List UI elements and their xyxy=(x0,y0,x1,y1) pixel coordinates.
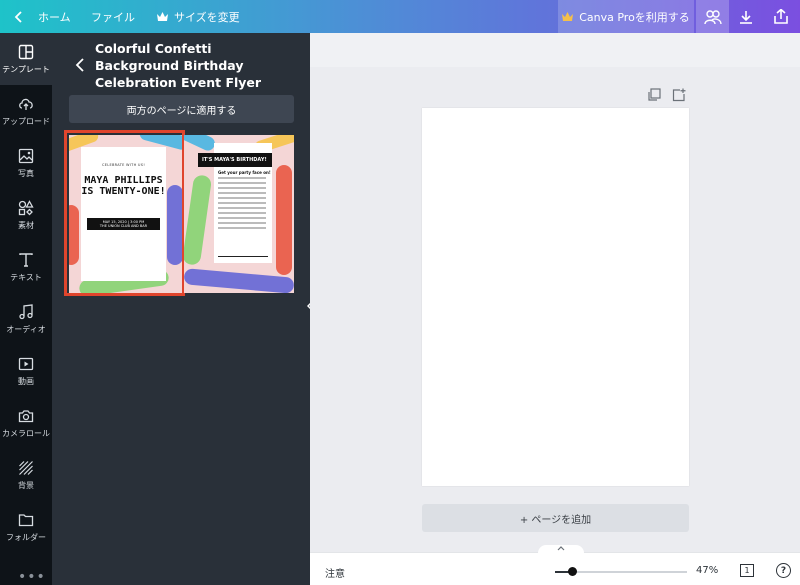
download-button[interactable] xyxy=(729,0,762,33)
crown-icon xyxy=(562,12,574,21)
more-icon[interactable]: ••• xyxy=(18,569,46,585)
pro-label: Canva Proを利用する xyxy=(579,10,690,24)
rail-item-video[interactable]: 動画 xyxy=(0,345,52,397)
canvas-toolbar-strip xyxy=(310,33,800,67)
rail-item-camera-roll[interactable]: カメラロール xyxy=(0,397,52,449)
chevron-left-icon xyxy=(14,10,22,23)
rail-label: テンプレート xyxy=(2,64,50,74)
zoom-level[interactable]: 47% xyxy=(696,565,718,576)
page-count-button[interactable]: 1 xyxy=(740,564,754,577)
canvas-area: + ページを追加 xyxy=(310,33,800,552)
flyer-banner: IT'S MAYA'S BIRTHDAY! xyxy=(198,153,272,167)
download-icon xyxy=(739,10,752,24)
bottom-bar: 注意 47% 1 ? xyxy=(310,545,800,585)
back-chevron-icon[interactable] xyxy=(74,57,88,73)
confetti-shape xyxy=(276,165,292,275)
video-icon xyxy=(18,357,34,370)
share-icon xyxy=(773,9,788,24)
canva-pro-button[interactable]: Canva Proを利用する xyxy=(558,0,694,33)
rail-label: カメラロール xyxy=(2,428,50,438)
flyer-heading: Get your party face on! xyxy=(218,170,271,175)
crown-icon xyxy=(157,12,168,21)
rail-label: 素材 xyxy=(18,220,34,230)
home-button[interactable]: ホーム xyxy=(14,0,71,33)
rail-label: 写真 xyxy=(18,168,34,178)
upload-share-button[interactable] xyxy=(764,0,797,33)
background-icon xyxy=(19,460,33,475)
flyer-divider xyxy=(218,256,268,257)
chevron-up-icon xyxy=(557,546,565,551)
text-icon xyxy=(19,252,33,267)
photo-icon xyxy=(18,148,34,163)
flyer-body-lines xyxy=(218,177,266,232)
design-page[interactable] xyxy=(422,108,689,486)
rail-item-background[interactable]: 背景 xyxy=(0,449,52,501)
camera-icon xyxy=(18,409,34,422)
confetti-shape xyxy=(184,135,218,153)
rail-label: 背景 xyxy=(18,480,34,490)
confetti-shape xyxy=(184,174,213,266)
rail-item-photos[interactable]: 写真 xyxy=(0,137,52,189)
add-page-button[interactable]: + ページを追加 xyxy=(422,504,689,532)
rail-label: テキスト xyxy=(10,272,42,282)
file-label: ファイル xyxy=(91,10,135,24)
rail-item-templates[interactable]: テンプレート xyxy=(0,33,52,85)
rail-label: フォルダー xyxy=(6,532,46,542)
rail-item-elements[interactable]: 素材 xyxy=(0,189,52,241)
thumbnail-selection-outline xyxy=(64,130,185,296)
zoom-slider-knob[interactable] xyxy=(568,567,578,576)
template-title: Colorful Confetti Background Birthday Ce… xyxy=(95,41,262,90)
rail-item-text[interactable]: テキスト xyxy=(0,241,52,293)
rail-label: 動画 xyxy=(18,376,34,386)
resize-label: サイズを変更 xyxy=(174,10,240,24)
resize-button[interactable]: サイズを変更 xyxy=(157,0,240,33)
duplicate-page-icon[interactable] xyxy=(647,88,661,102)
template-page-thumbnail-2[interactable]: IT'S MAYA'S BIRTHDAY! Get your party fac… xyxy=(184,135,294,293)
upload-icon xyxy=(19,98,33,110)
add-page-icon[interactable] xyxy=(672,88,686,102)
left-rail: テンプレート アップロード 写真 素材 テキスト オーディオ 動画 カメラロール… xyxy=(0,33,52,585)
top-bar: ホーム ファイル サイズを変更 Canva Proを利用する xyxy=(0,0,800,33)
flyer-card: IT'S MAYA'S BIRTHDAY! Get your party fac… xyxy=(198,143,272,263)
music-icon xyxy=(19,303,33,319)
expand-pages-tab[interactable] xyxy=(538,545,584,555)
template-icon xyxy=(18,44,34,59)
rail-item-folders[interactable]: フォルダー xyxy=(0,501,52,553)
folder-icon xyxy=(18,513,34,526)
rail-label: アップロード xyxy=(2,116,50,126)
people-icon xyxy=(703,9,722,24)
file-menu[interactable]: ファイル xyxy=(91,0,135,33)
rail-item-audio[interactable]: オーディオ xyxy=(0,293,52,345)
rail-item-uploads[interactable]: アップロード xyxy=(0,85,52,137)
notes-button[interactable]: 注意 xyxy=(325,565,345,580)
help-button[interactable]: ? xyxy=(776,563,791,578)
share-people-button[interactable] xyxy=(696,0,729,33)
rail-label: オーディオ xyxy=(6,324,46,334)
apply-both-pages-button[interactable]: 両方のページに適用する xyxy=(69,95,294,123)
elements-icon xyxy=(18,199,34,215)
template-panel: Colorful Confetti Background Birthday Ce… xyxy=(52,33,318,585)
home-label: ホーム xyxy=(38,10,71,24)
